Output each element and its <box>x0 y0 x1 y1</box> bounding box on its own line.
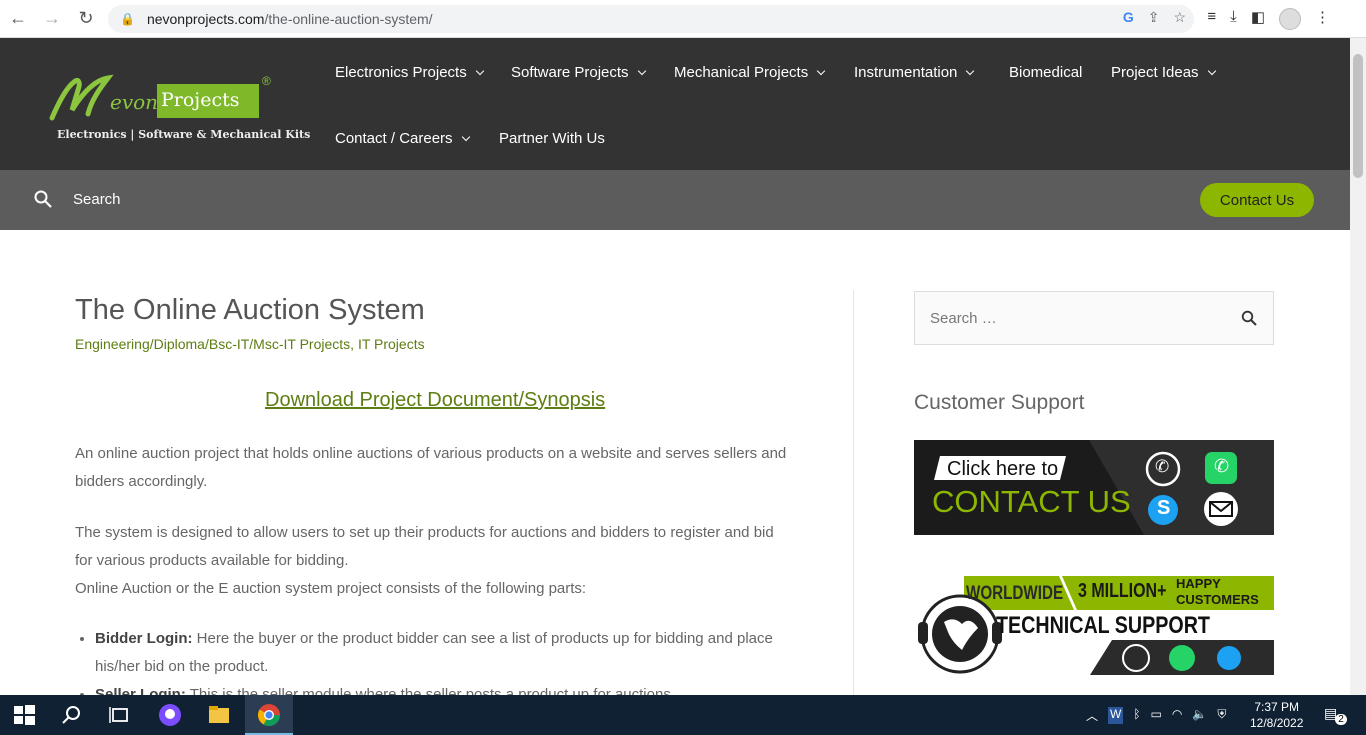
menu-project-ideas[interactable]: Project Ideas <box>1111 64 1216 81</box>
url-domain: nevonprojects.com <box>146 11 265 27</box>
battery-icon[interactable]: ▭ <box>1151 707 1162 724</box>
main-content: The Online Auction System Engineering/Di… <box>0 230 1350 703</box>
file-explorer-icon[interactable] <box>207 703 231 727</box>
chevron-down-icon <box>816 66 826 76</box>
search-icon[interactable] <box>34 190 52 208</box>
sidebar-search-input[interactable]: Search … <box>914 291 1274 345</box>
skype-icon: S <box>1157 497 1171 519</box>
scrollbar-thumb[interactable] <box>1353 54 1363 178</box>
post-categories[interactable]: Engineering/Diploma/Bsc-IT/Msc-IT Projec… <box>75 336 425 352</box>
chevron-down-icon <box>1207 66 1216 76</box>
menu-biomedical[interactable]: Biomedical <box>1009 64 1082 81</box>
page-title: The Online Auction System <box>75 294 425 326</box>
menu-electronics-projects[interactable]: Electronics Projects <box>335 64 484 81</box>
lock-icon: 🔒 <box>120 12 135 26</box>
clock-time: 7:37 PM <box>1254 700 1300 714</box>
logo-projects: Projects <box>157 84 259 118</box>
banner-customers: CUSTOMERS <box>1176 592 1259 607</box>
forward-icon[interactable]: → <box>36 3 68 35</box>
bluetooth-icon[interactable]: ᛒ <box>1133 707 1140 724</box>
volume-icon[interactable]: 🔈 <box>1192 707 1207 724</box>
page-scrollbar[interactable] <box>1350 38 1366 695</box>
search-label[interactable]: Search <box>73 191 121 208</box>
url-path: /the-online-auction-system/ <box>264 11 433 27</box>
logo-reg-mark: ® <box>262 74 271 88</box>
chevron-up-icon[interactable]: ︿ <box>1086 707 1098 724</box>
banner-happy: HAPPY <box>1176 576 1221 591</box>
chrome-icon[interactable] <box>257 703 281 727</box>
sidebar-divider <box>853 290 854 695</box>
menu-contact-careers[interactable]: Contact / Careers <box>335 130 470 147</box>
download-icon[interactable]: ⤓ <box>1230 8 1237 30</box>
logo-evon: evon <box>110 90 159 114</box>
site-logo[interactable]: evon Projects ® Electronics | Software &… <box>48 72 310 152</box>
phone-icon: ✆ <box>1155 457 1170 476</box>
site-header: evon Projects ® Electronics | Software &… <box>0 38 1350 170</box>
banner-worldwide: WORLDWIDE <box>966 583 1064 604</box>
system-tray: ︿ W ᛒ ▭ ◠ 🔈 ⛨ <box>1086 707 1226 724</box>
side-panel-icon[interactable]: ◧ <box>1251 8 1265 30</box>
taskbar-clock[interactable]: 7:37 PM 12/8/2022 <box>1250 699 1303 731</box>
wifi-icon[interactable]: ◠ <box>1172 707 1182 724</box>
logo-n-swoosh-icon <box>49 74 114 121</box>
whatsapp-icon: ✆ <box>1214 456 1230 476</box>
header-search-strip: Search Contact Us <box>0 170 1350 230</box>
chevron-down-icon <box>637 66 646 76</box>
parts-paragraph: Online Auction or the E auction system p… <box>75 580 587 597</box>
intro-paragraph: An online auction project that holds onl… <box>75 445 787 490</box>
bookmark-star-icon[interactable]: ☆ <box>1173 9 1186 26</box>
notification-icon[interactable]: ▤2 <box>1324 705 1349 725</box>
share-icon[interactable]: ⇪ <box>1148 9 1160 26</box>
menu-software-projects[interactable]: Software Projects <box>511 64 646 81</box>
menu-partner-with-us[interactable]: Partner With Us <box>499 130 605 147</box>
browser-toolbar: ← → ↻ 🔒 nevonprojects.com/the-online-auc… <box>0 0 1366 38</box>
security-shield-icon[interactable]: ⛨ <box>1217 707 1226 724</box>
technical-support-banner[interactable]: WORLDWIDE 3 MILLION+ HAPPY CUSTOMERS TEC… <box>914 576 1274 675</box>
profile-avatar[interactable] <box>1279 8 1301 30</box>
taskbar-search-icon[interactable] <box>60 703 84 727</box>
download-synopsis-link[interactable]: Download Project Document/Synopsis <box>265 389 605 412</box>
banner-technical-support: TECHNICAL SUPPORT <box>996 612 1210 639</box>
chevron-down-icon <box>966 66 975 76</box>
banner-contact-us: CONTACT US <box>932 484 1131 519</box>
github-icon[interactable] <box>158 703 182 727</box>
word-icon[interactable]: W <box>1108 707 1124 724</box>
contact-us-banner[interactable]: Click here to CONTACT US ✆ ✆ S <box>914 440 1274 535</box>
contact-us-button[interactable]: Contact Us <box>1200 183 1314 217</box>
logo-tagline: Electronics | Software & Mechanical Kits <box>57 128 311 141</box>
google-icon[interactable]: G <box>1123 9 1134 26</box>
customer-support-title: Customer Support <box>914 391 1085 414</box>
search-icon[interactable] <box>1241 310 1257 326</box>
banner-click-here: Click here to <box>947 458 1059 480</box>
menu-mechanical-projects[interactable]: Mechanical Projects <box>674 64 826 81</box>
reading-list-icon[interactable]: ≡ <box>1207 8 1216 30</box>
task-view-icon[interactable] <box>108 703 132 727</box>
menu-instrumentation[interactable]: Instrumentation <box>854 64 975 81</box>
chevron-down-icon <box>461 132 470 142</box>
back-icon[interactable]: ← <box>2 3 34 35</box>
windows-taskbar: ︿ W ᛒ ▭ ◠ 🔈 ⛨ 7:37 PM 12/8/2022 ▤2 <box>0 695 1366 735</box>
search-placeholder: Search … <box>930 310 997 327</box>
reload-icon[interactable]: ↻ <box>70 3 102 35</box>
banner-million: 3 MILLION+ <box>1078 580 1167 602</box>
address-bar[interactable]: 🔒 nevonprojects.com/the-online-auction-s… <box>108 5 1194 33</box>
clock-date: 12/8/2022 <box>1250 716 1304 730</box>
chevron-down-icon <box>475 66 484 76</box>
list-item: Bidder Login: Here the buyer or the prod… <box>95 625 795 681</box>
description-paragraph: The system is designed to allow users to… <box>75 524 774 569</box>
windows-start-icon[interactable] <box>12 703 36 727</box>
menu-kebab-icon[interactable]: ⋮ <box>1315 8 1330 30</box>
